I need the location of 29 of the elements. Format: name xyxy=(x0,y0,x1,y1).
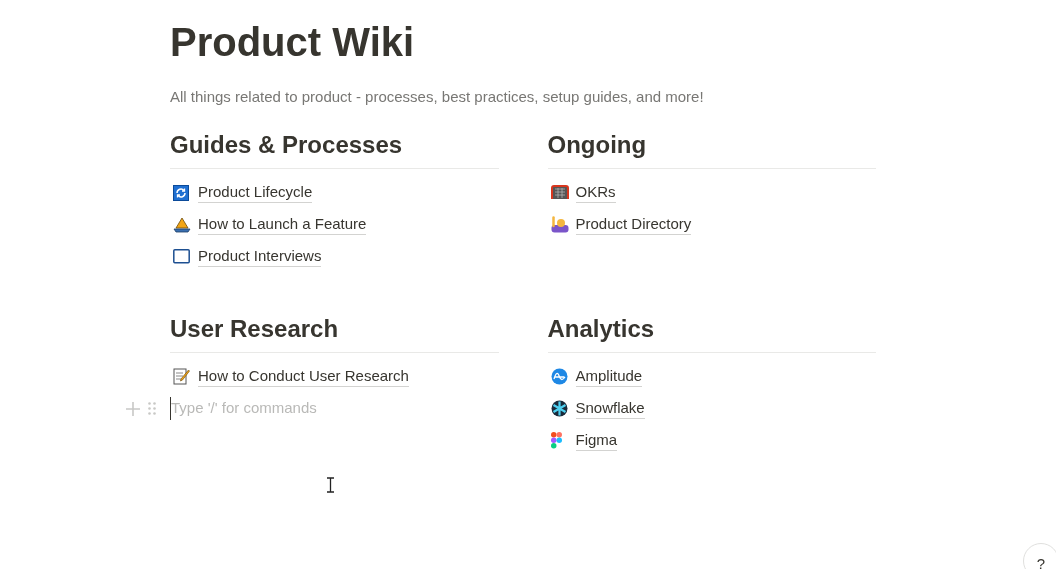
refresh-icon xyxy=(173,184,189,201)
page-link[interactable]: How to Launch a Feature xyxy=(198,214,367,235)
section-heading: Ongoing xyxy=(547,129,647,160)
section-heading: User Research xyxy=(170,313,339,344)
section-heading: Analytics xyxy=(547,313,655,344)
page-link[interactable]: Amplitude xyxy=(575,366,643,387)
amplitude-logo-icon xyxy=(550,368,568,385)
page-link[interactable]: Product Lifecycle xyxy=(198,182,313,203)
tablet-icon xyxy=(173,249,190,264)
page-description: All things related to product - processes, best practices, setup guides, and more! xyxy=(170,87,704,107)
page-link[interactable]: OKRs xyxy=(575,182,616,203)
page-link[interactable]: Product Interviews xyxy=(198,246,322,267)
page-link[interactable]: How to Conduct User Research xyxy=(198,366,409,387)
snowflake-icon xyxy=(550,400,568,417)
page-link[interactable]: Product Directory xyxy=(575,214,692,235)
figma-logo-icon xyxy=(550,432,562,449)
section-heading: Guides & Processes xyxy=(170,129,403,160)
text-cursor-icon xyxy=(326,477,335,493)
person-raising-hand-icon xyxy=(550,216,569,233)
add-block-icon[interactable] xyxy=(126,401,140,416)
page-link[interactable]: Snowflake xyxy=(575,398,645,419)
help-button[interactable]: ? xyxy=(1023,543,1056,569)
page-title: Product Wiki xyxy=(170,19,415,66)
sailboat-icon xyxy=(173,216,191,233)
drag-handle-icon[interactable] xyxy=(148,402,156,415)
block-input-field[interactable]: Type '/' for commands xyxy=(170,397,470,420)
memo-icon xyxy=(173,368,190,385)
page-link[interactable]: Figma xyxy=(575,430,618,451)
goal-net-icon xyxy=(550,185,569,200)
